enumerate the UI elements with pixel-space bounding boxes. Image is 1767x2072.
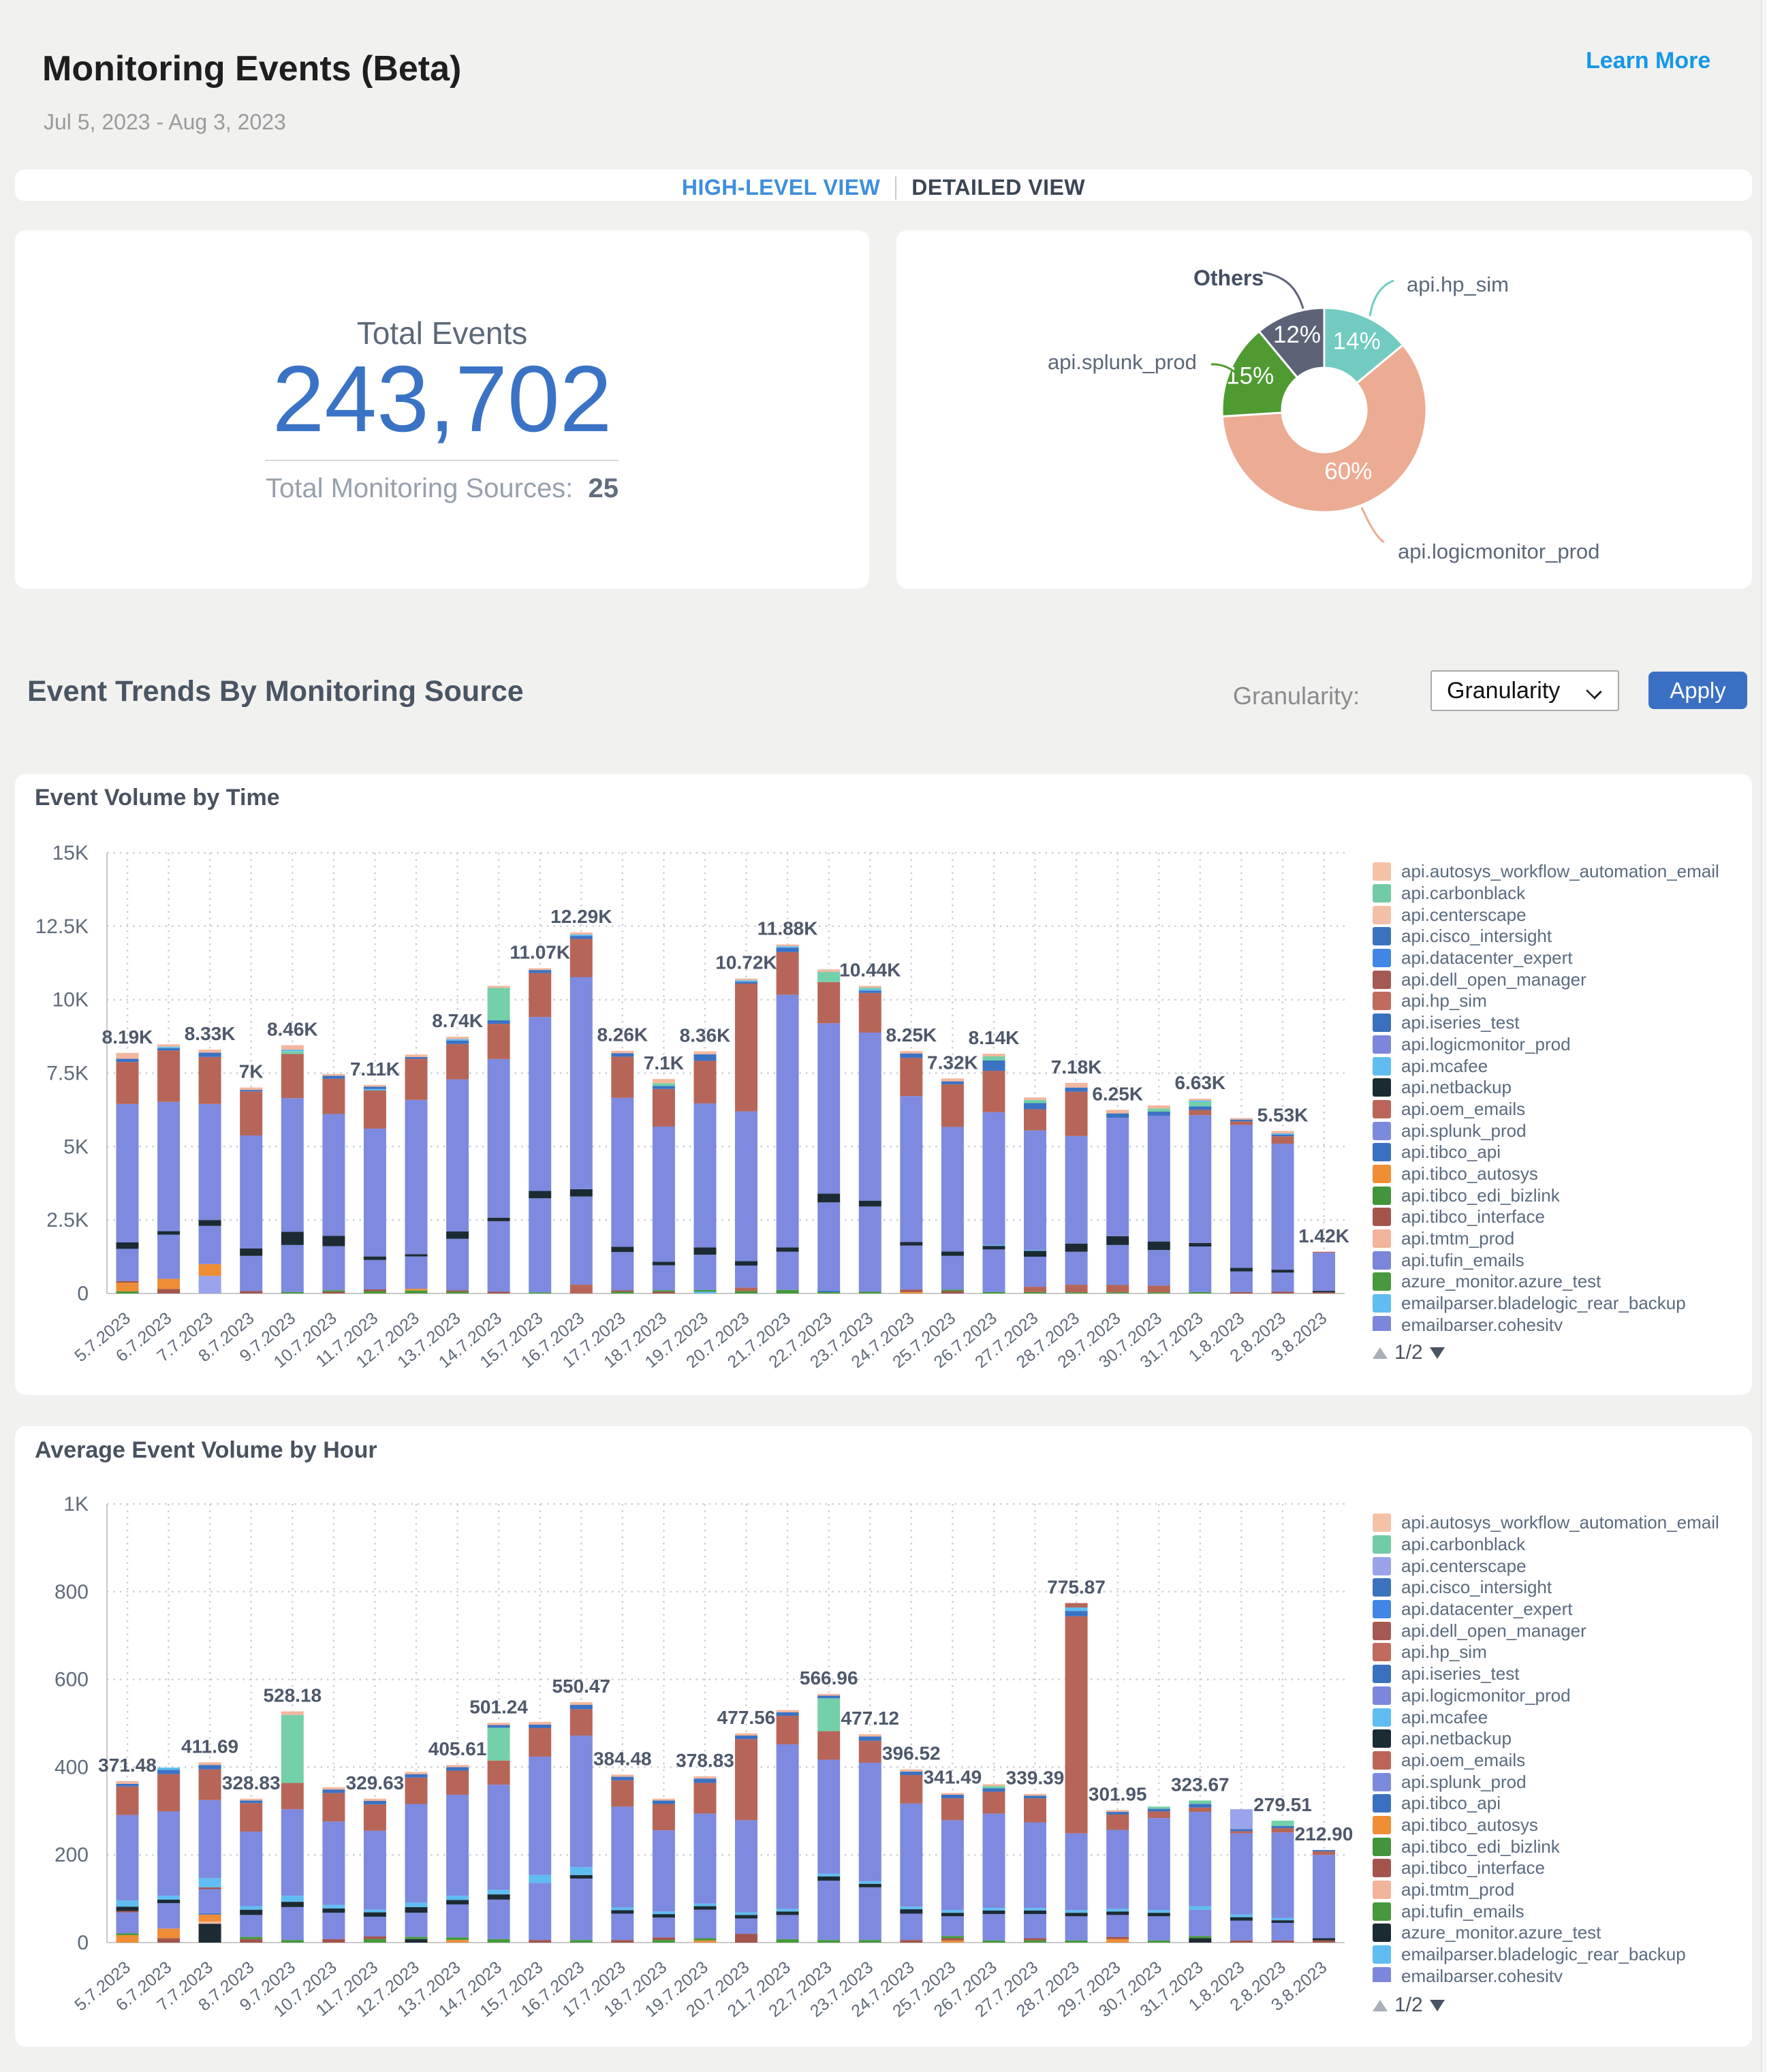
svg-text:328.83: 328.83	[222, 1772, 281, 1793]
svg-text:212.90: 212.90	[1295, 1823, 1354, 1845]
svg-text:14%: 14%	[1333, 328, 1381, 355]
svg-text:8.14K: 8.14K	[969, 1027, 1020, 1048]
svg-text:1K: 1K	[63, 1493, 89, 1516]
svg-text:api.splunk_prod: api.splunk_prod	[1048, 350, 1197, 374]
svg-text:7.11K: 7.11K	[350, 1058, 400, 1080]
svg-text:378.83: 378.83	[676, 1750, 734, 1771]
svg-text:384.48: 384.48	[593, 1748, 652, 1769]
svg-text:8.33K: 8.33K	[185, 1023, 236, 1044]
svg-text:7K: 7K	[239, 1061, 264, 1082]
svg-text:7.5K: 7.5K	[46, 1063, 89, 1085]
svg-text:200: 200	[54, 1844, 89, 1866]
svg-text:396.52: 396.52	[882, 1743, 941, 1764]
svg-text:7.32K: 7.32K	[927, 1052, 978, 1073]
svg-text:15K: 15K	[52, 842, 89, 864]
svg-text:341.49: 341.49	[924, 1766, 982, 1787]
svg-text:550.47: 550.47	[552, 1676, 610, 1697]
svg-text:12.5K: 12.5K	[35, 915, 89, 938]
svg-text:800: 800	[54, 1581, 89, 1603]
svg-text:1.42K: 1.42K	[1298, 1225, 1349, 1246]
svg-text:2.5K: 2.5K	[46, 1209, 89, 1231]
svg-text:329.63: 329.63	[346, 1772, 405, 1793]
svg-text:405.61: 405.61	[428, 1738, 487, 1759]
svg-text:8.25K: 8.25K	[886, 1024, 937, 1046]
svg-text:8.36K: 8.36K	[680, 1025, 731, 1046]
svg-text:11.88K: 11.88K	[757, 918, 818, 939]
svg-text:10K: 10K	[52, 989, 89, 1011]
svg-text:5.53K: 5.53K	[1257, 1105, 1309, 1126]
svg-text:477.12: 477.12	[841, 1708, 899, 1729]
svg-text:323.67: 323.67	[1171, 1774, 1230, 1795]
svg-text:400: 400	[54, 1756, 89, 1778]
svg-text:0: 0	[77, 1932, 89, 1954]
svg-text:301.95: 301.95	[1089, 1784, 1147, 1805]
svg-text:0: 0	[77, 1283, 89, 1305]
svg-text:6.25K: 6.25K	[1092, 1083, 1143, 1104]
svg-text:Average Event Volume by Hour: Average Event Volume by Hour	[35, 1437, 377, 1463]
svg-text:7.1K: 7.1K	[644, 1052, 684, 1073]
svg-text:8.46K: 8.46K	[267, 1019, 318, 1040]
svg-text:600: 600	[54, 1669, 89, 1691]
svg-text:Others: Others	[1193, 266, 1264, 290]
svg-text:api.logicmonitor_prod: api.logicmonitor_prod	[1398, 539, 1599, 563]
svg-text:60%: 60%	[1324, 458, 1372, 484]
svg-text:6.63K: 6.63K	[1174, 1072, 1225, 1093]
svg-text:528.18: 528.18	[263, 1685, 322, 1706]
svg-text:8.19K: 8.19K	[102, 1026, 153, 1048]
svg-text:339.39: 339.39	[1006, 1768, 1065, 1789]
svg-text:10.72K: 10.72K	[715, 952, 777, 973]
svg-text:5K: 5K	[63, 1135, 89, 1158]
svg-text:7.18K: 7.18K	[1051, 1056, 1102, 1078]
svg-text:566.96: 566.96	[800, 1667, 858, 1689]
svg-text:279.51: 279.51	[1253, 1794, 1312, 1815]
svg-text:501.24: 501.24	[469, 1696, 528, 1717]
svg-text:411.69: 411.69	[181, 1736, 238, 1757]
svg-text:12.29K: 12.29K	[550, 906, 612, 927]
svg-text:api.hp_sim: api.hp_sim	[1407, 272, 1509, 296]
svg-text:12%: 12%	[1273, 321, 1321, 348]
svg-text:477.56: 477.56	[717, 1707, 776, 1728]
svg-text:15%: 15%	[1226, 362, 1274, 389]
svg-text:10.44K: 10.44K	[839, 959, 901, 980]
svg-text:8.74K: 8.74K	[432, 1010, 483, 1031]
svg-text:8.26K: 8.26K	[597, 1024, 648, 1046]
svg-text:371.48: 371.48	[98, 1755, 157, 1776]
svg-text:11.07K: 11.07K	[510, 942, 570, 963]
svg-text:775.87: 775.87	[1047, 1577, 1106, 1598]
svg-text:Event Volume by Time: Event Volume by Time	[35, 785, 280, 811]
